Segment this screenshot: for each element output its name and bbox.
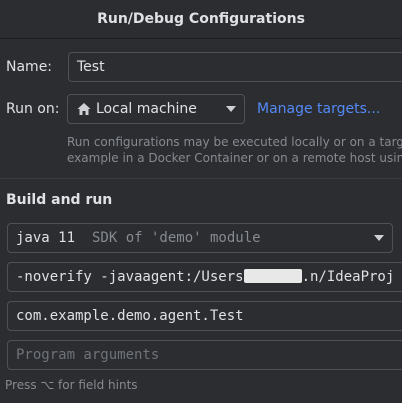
- manage-targets-link[interactable]: Manage targets...: [257, 101, 380, 117]
- home-icon: [76, 101, 92, 117]
- run-on-value: Local machine: [96, 101, 197, 117]
- title-bar: Run/Debug Configurations: [0, 0, 402, 39]
- run-on-dropdown[interactable]: Local machine: [67, 94, 245, 124]
- redacted-username: [243, 269, 302, 283]
- run-debug-dialog: Run/Debug Configurations Name: Test Run …: [0, 0, 402, 403]
- vm-options-suffix: .n/IdeaProj: [301, 269, 395, 285]
- run-on-label: Run on:: [6, 101, 60, 117]
- main-class-field[interactable]: com.example.demo.agent.Test: [7, 301, 402, 331]
- field-hints-text: Press ⌥ for field hints: [5, 378, 138, 392]
- run-on-hint-line2: example in a Docker Container or on a re…: [67, 151, 402, 165]
- build-and-run-heading: Build and run: [6, 192, 113, 208]
- name-field[interactable]: Test: [68, 52, 402, 82]
- sdk-name: java 11: [16, 230, 76, 246]
- dialog-title: Run/Debug Configurations: [97, 11, 305, 27]
- program-arguments-placeholder: Program arguments: [16, 347, 160, 363]
- chevron-down-icon: [226, 106, 236, 112]
- name-field-value: Test: [77, 59, 105, 75]
- vm-options-prefix: -noverify -javaagent:/Users: [16, 269, 244, 285]
- chevron-down-icon: [374, 235, 384, 241]
- sdk-detail: SDK of 'demo' module: [92, 230, 261, 246]
- sdk-dropdown[interactable]: java 11 SDK of 'demo' module: [7, 223, 393, 253]
- program-arguments-field[interactable]: Program arguments: [7, 340, 402, 370]
- vm-options-field[interactable]: -noverify -javaagent:/Users .n/IdeaProj: [7, 262, 402, 292]
- separator: [0, 178, 402, 179]
- main-class-value: com.example.demo.agent.Test: [16, 308, 244, 324]
- name-label: Name:: [6, 59, 53, 75]
- run-on-hint-line1: Run configurations may be executed local…: [67, 135, 402, 149]
